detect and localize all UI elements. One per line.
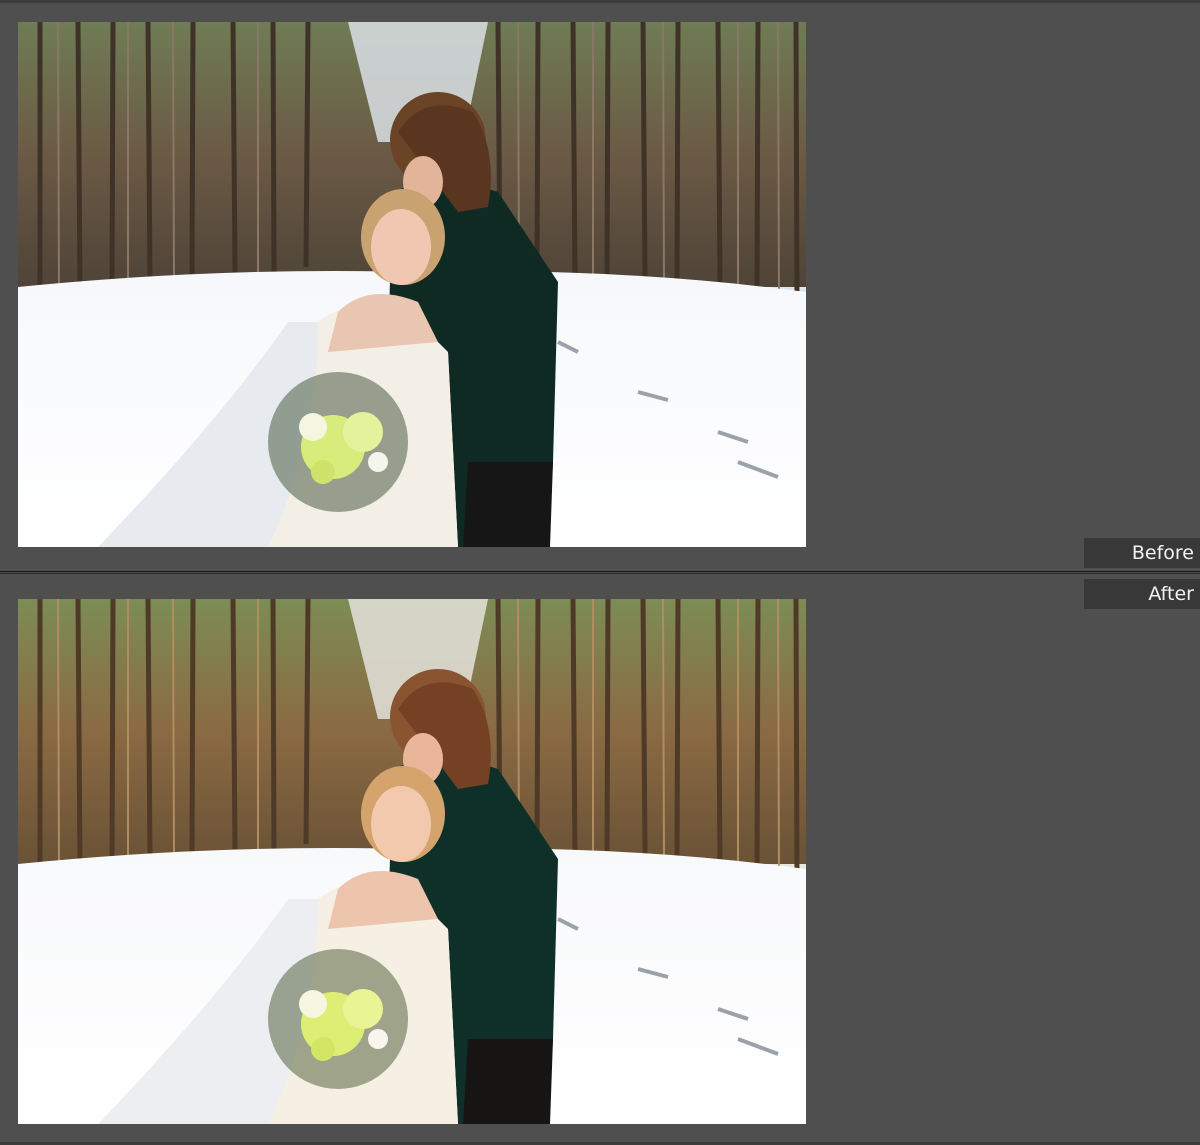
before-after-comparison-view: Before After: [0, 0, 1200, 1145]
before-photo-image: [18, 22, 806, 547]
after-pane: [0, 575, 1200, 1142]
divider-line-shadow: [0, 573, 1200, 574]
before-pane: [0, 3, 1200, 569]
before-photo[interactable]: [18, 22, 806, 547]
before-label: Before: [1084, 538, 1200, 568]
after-photo-image: [18, 599, 806, 1124]
divider-line: [0, 571, 1200, 572]
after-photo[interactable]: [18, 599, 806, 1124]
